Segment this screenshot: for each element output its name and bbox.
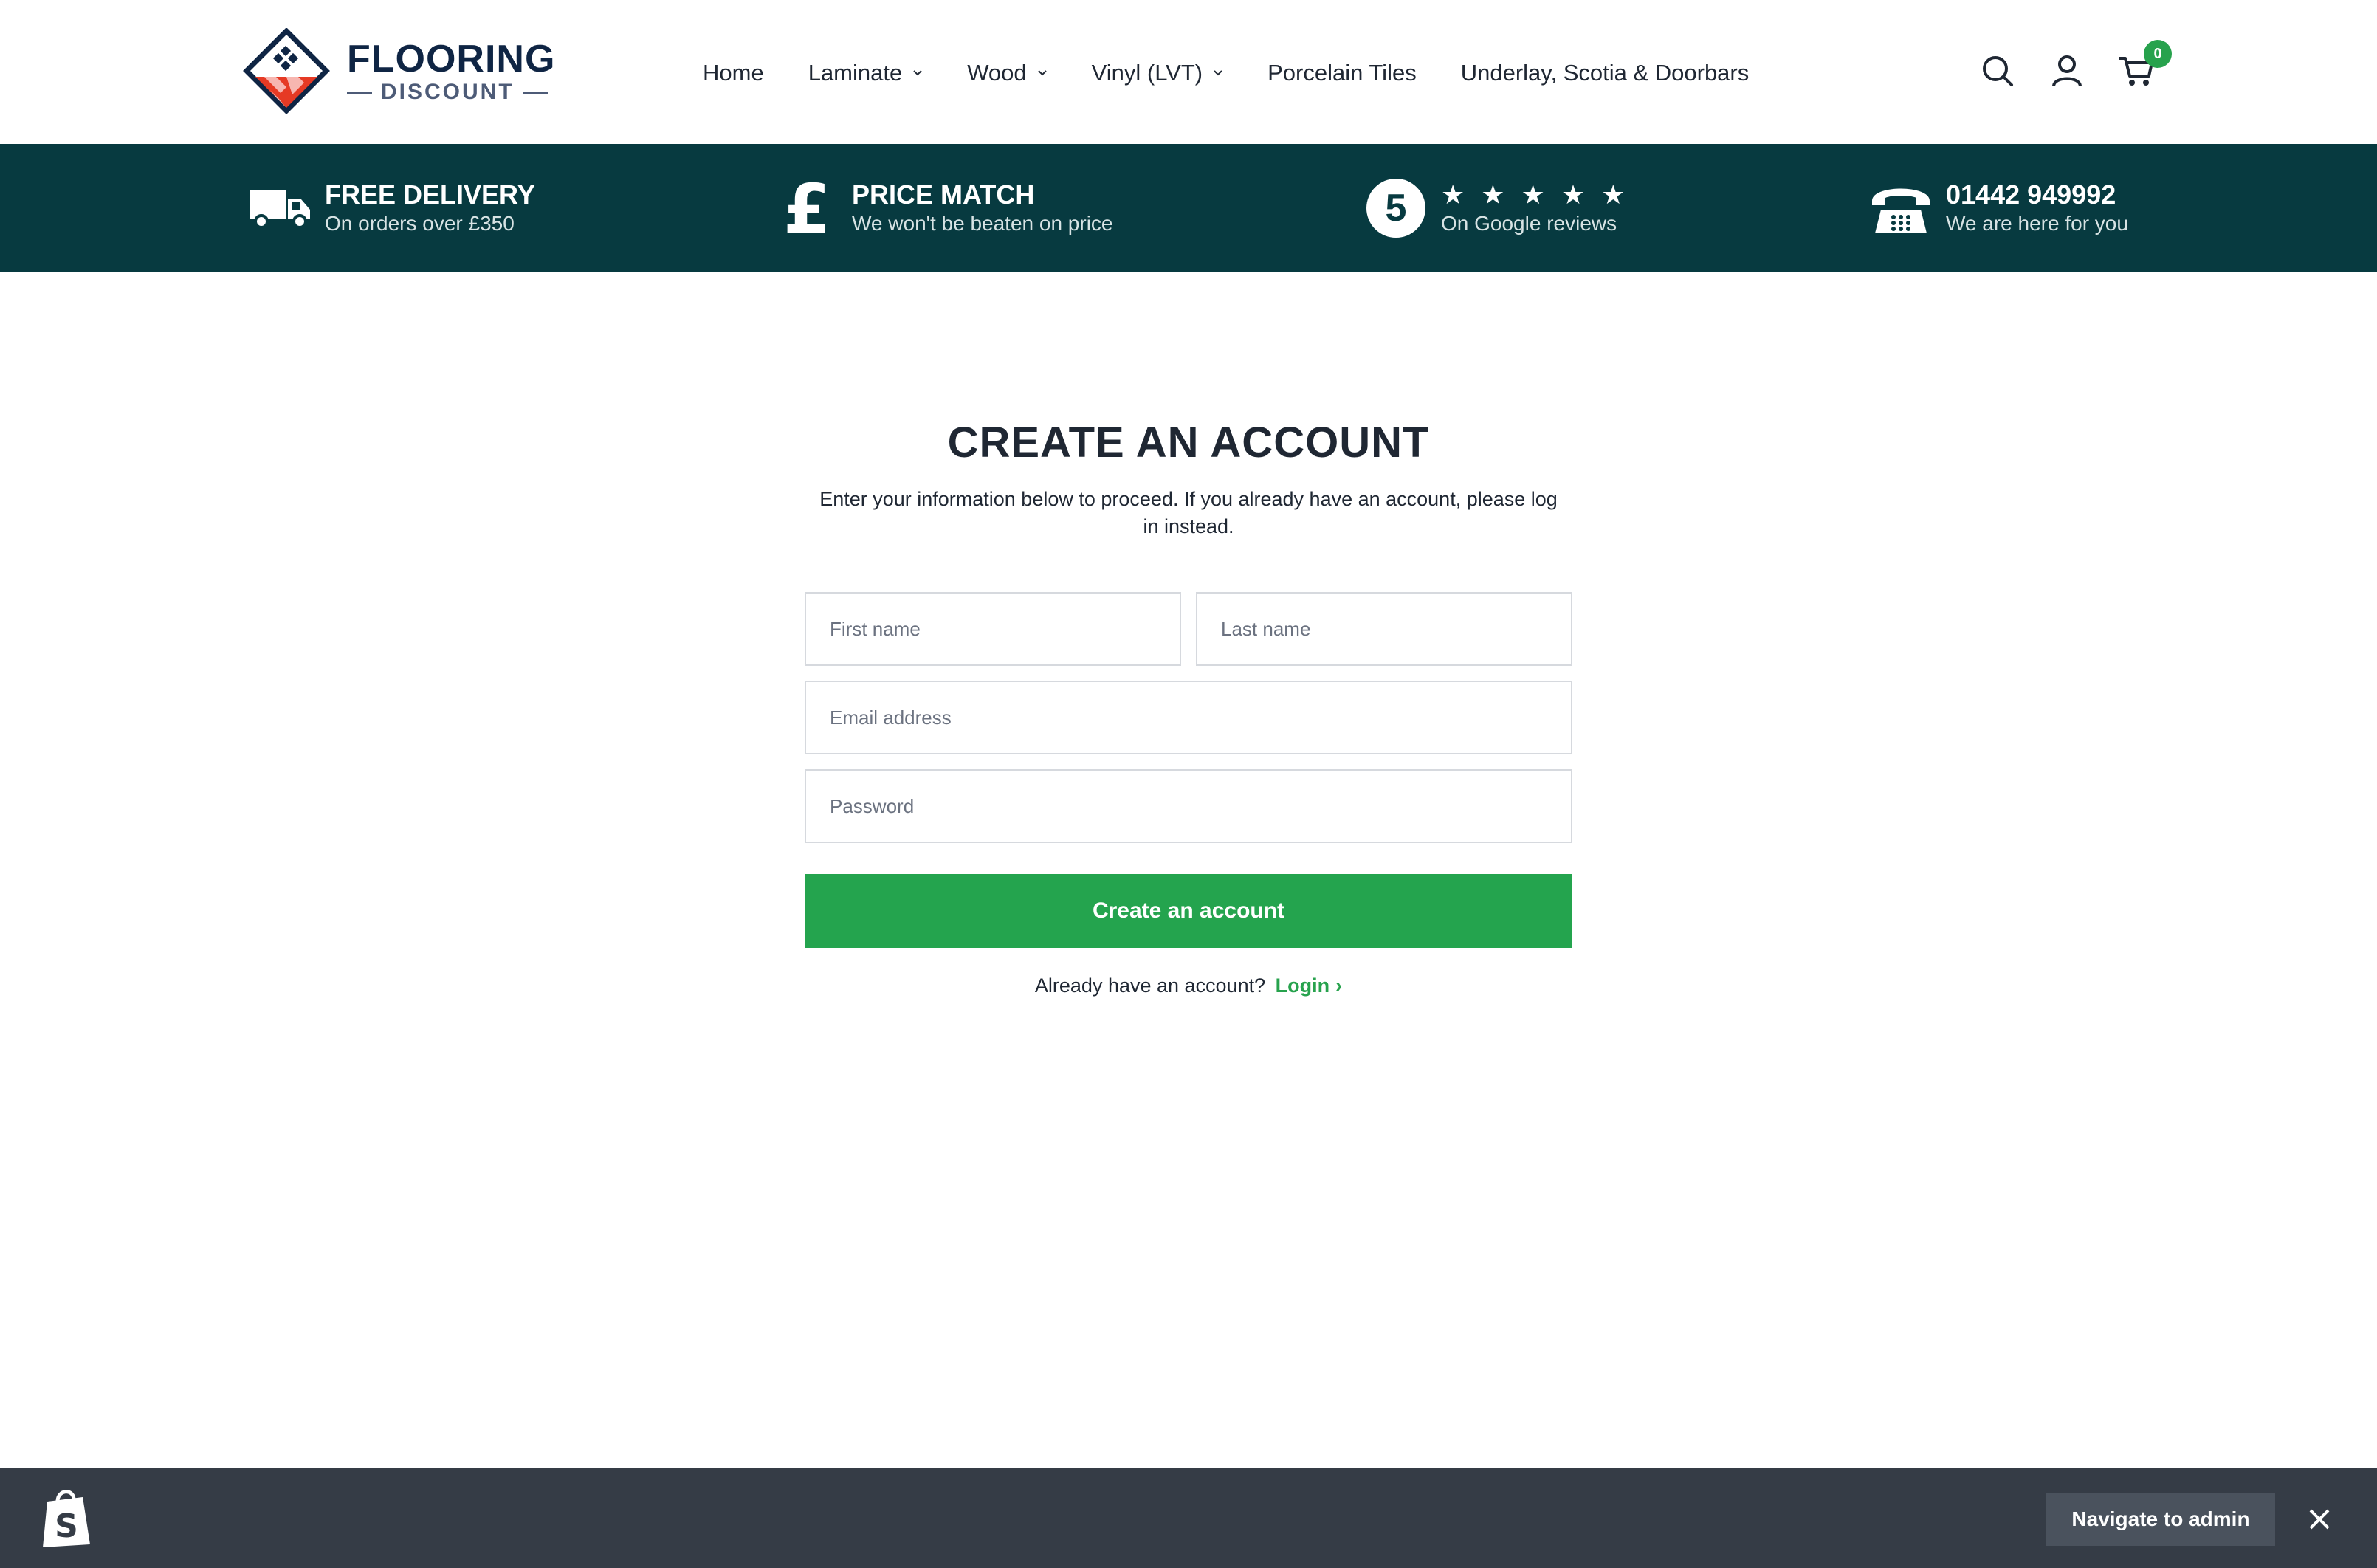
nav-label: Underlay, Scotia & Doorbars [1460,60,1750,86]
navigate-to-admin-button[interactable]: Navigate to admin [2046,1493,2275,1546]
usp-subtitle: We won't be beaten on price [852,211,1113,235]
pound-icon: £ [775,176,839,240]
close-icon [2309,1509,2330,1530]
star-rating: ★ ★ ★ ★ ★ [1441,179,1630,210]
usp-phone-number[interactable]: 01442 949992 [1946,179,2128,210]
usp-bar: FREE DELIVERY On orders over £350 £ PRIC… [0,144,2377,272]
shopify-admin-bar: S Navigate to admin [0,1468,2377,1568]
cart-count-badge: 0 [2144,40,2172,68]
login-link[interactable]: Login [1276,974,1329,997]
last-name-input[interactable] [1196,592,1572,666]
usp-title: PRICE MATCH [852,179,1035,210]
site-logo[interactable]: FLOORING DISCOUNT [242,28,556,117]
nav-item-home[interactable]: Home [703,60,764,86]
nav-item-wood[interactable]: Wood [967,60,1047,86]
nav-label: Wood [967,60,1027,86]
svg-text:S: S [55,1507,78,1545]
svg-text:£: £ [783,176,830,240]
chevron-down-icon [1037,70,1047,76]
first-name-input[interactable] [805,592,1181,666]
usp-phone: 01442 949992 We are here for you [1869,144,2128,272]
five-badge-icon: 5 [1364,176,1428,240]
truck-icon [248,176,312,240]
divider [523,91,548,94]
rating-badge: 5 [1366,178,1425,238]
create-account-section: CREATE AN ACCOUNT Enter your information… [805,413,1572,997]
nav-item-porcelain-tiles[interactable]: Porcelain Tiles [1267,60,1417,86]
chevron-down-icon [1214,70,1222,76]
page-title: CREATE AN ACCOUNT [947,419,1430,467]
cart-button[interactable]: 0 [2117,40,2172,90]
account-button[interactable] [2048,52,2086,90]
phone-icon [1869,176,1933,240]
search-button[interactable] [1978,52,2017,90]
login-prompt-text: Already have an account? [1034,974,1266,997]
password-input[interactable] [805,769,1572,843]
search-icon [1983,56,2013,86]
usp-subtitle: On orders over £350 [325,211,515,235]
site-header: FLOORING DISCOUNT Home Laminate Wood Vin… [0,0,2377,144]
logo-mark-icon [243,28,330,114]
intro-text: Enter your information below to proceed.… [819,488,1558,537]
chevron-down-icon [913,70,922,76]
brand-sub: DISCOUNT [347,80,548,105]
nav-label: Home [703,60,764,86]
header-icons: 0 [1978,40,2172,90]
usp-google-reviews: 5 ★ ★ ★ ★ ★ On Google reviews [1364,144,1629,272]
shopify-bag-icon: S [43,1490,90,1547]
brand-name: FLOORING [347,38,556,80]
nav-item-underlay[interactable]: Underlay, Scotia & Doorbars [1461,60,1750,86]
nav-label: Vinyl (LVT) [1091,60,1203,86]
user-icon [2052,55,2082,87]
create-account-form: Create an account [805,592,1572,948]
close-button[interactable] [2297,1497,2342,1541]
nav-label: Porcelain Tiles [1267,60,1417,86]
email-input[interactable] [805,681,1572,754]
nav-item-vinyl[interactable]: Vinyl (LVT) [1092,60,1223,86]
nav-label: Laminate [808,60,903,86]
usp-subtitle: On Google reviews [1441,211,1617,235]
usp-free-delivery: FREE DELIVERY On orders over £350 [248,144,535,272]
divider [347,91,372,94]
brand-sub-text: DISCOUNT [381,80,515,104]
usp-subtitle: We are here for you [1946,211,2128,235]
usp-title: FREE DELIVERY [325,179,535,210]
create-account-button[interactable]: Create an account [805,874,1572,948]
chevron-right-icon: › [1335,974,1343,997]
nav-item-laminate[interactable]: Laminate [808,60,923,86]
login-prompt: Already have an account? Login › [805,974,1572,997]
usp-price-match: £ PRICE MATCH We won't be beaten on pric… [775,144,1113,272]
main-nav: Home Laminate Wood Vinyl (LVT) Porcelain… [703,47,1749,99]
